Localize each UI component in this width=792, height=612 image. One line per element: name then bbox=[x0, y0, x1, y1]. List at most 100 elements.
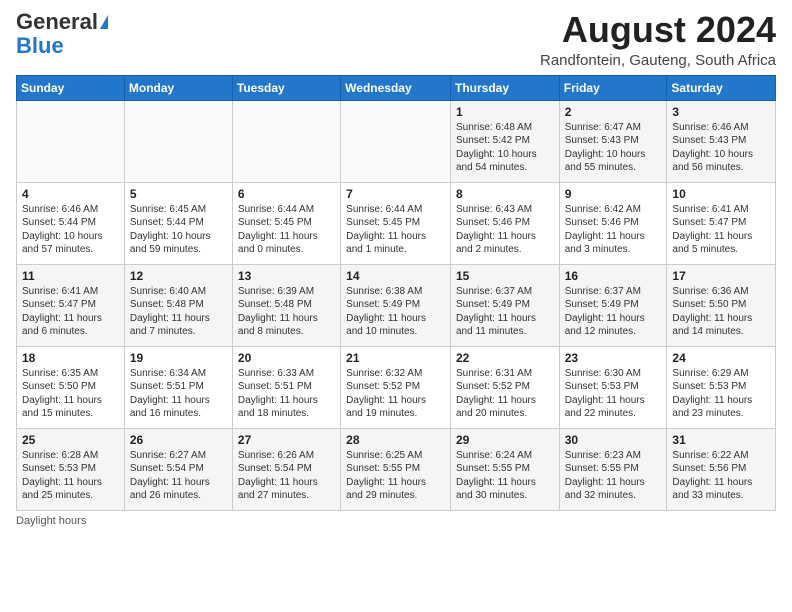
calendar-cell: 10 Sunrise: 6:41 AM Sunset: 5:47 PM Dayli… bbox=[667, 182, 776, 264]
day-number: 23 bbox=[565, 351, 662, 365]
day-info: Sunrise: 6:48 AM Sunset: 5:42 PM Dayligh… bbox=[456, 121, 554, 175]
day-info: Sunrise: 6:43 AM Sunset: 5:46 PM Dayligh… bbox=[456, 203, 554, 257]
day-info: Sunrise: 6:24 AM Sunset: 5:55 PM Dayligh… bbox=[456, 449, 554, 503]
calendar-cell: 31 Sunrise: 6:22 AM Sunset: 5:56 PM Dayli… bbox=[667, 428, 776, 510]
logo-general-text: General bbox=[16, 10, 98, 34]
page: General Blue August 2024 Randfontein, Ga… bbox=[0, 0, 792, 612]
title-block: August 2024 Randfontein, Gauteng, South … bbox=[540, 10, 776, 69]
day-info: Sunrise: 6:36 AM Sunset: 5:50 PM Dayligh… bbox=[672, 285, 770, 339]
day-number: 27 bbox=[238, 433, 335, 447]
calendar-cell: 6 Sunrise: 6:44 AM Sunset: 5:45 PM Daylig… bbox=[232, 182, 340, 264]
day-info: Sunrise: 6:23 AM Sunset: 5:55 PM Dayligh… bbox=[565, 449, 662, 503]
col-header-wednesday: Wednesday bbox=[341, 75, 451, 100]
calendar-cell: 14 Sunrise: 6:38 AM Sunset: 5:49 PM Dayli… bbox=[341, 264, 451, 346]
day-number: 5 bbox=[130, 187, 227, 201]
day-number: 14 bbox=[346, 269, 445, 283]
day-info: Sunrise: 6:37 AM Sunset: 5:49 PM Dayligh… bbox=[456, 285, 554, 339]
day-info: Sunrise: 6:32 AM Sunset: 5:52 PM Dayligh… bbox=[346, 367, 445, 421]
calendar-location: Randfontein, Gauteng, South Africa bbox=[540, 52, 776, 69]
calendar-cell bbox=[17, 100, 125, 182]
day-number: 12 bbox=[130, 269, 227, 283]
header: General Blue August 2024 Randfontein, Ga… bbox=[16, 10, 776, 69]
day-number: 17 bbox=[672, 269, 770, 283]
day-info: Sunrise: 6:41 AM Sunset: 5:47 PM Dayligh… bbox=[672, 203, 770, 257]
day-number: 29 bbox=[456, 433, 554, 447]
day-number: 30 bbox=[565, 433, 662, 447]
calendar-cell: 4 Sunrise: 6:46 AM Sunset: 5:44 PM Daylig… bbox=[17, 182, 125, 264]
day-info: Sunrise: 6:40 AM Sunset: 5:48 PM Dayligh… bbox=[130, 285, 227, 339]
day-info: Sunrise: 6:27 AM Sunset: 5:54 PM Dayligh… bbox=[130, 449, 227, 503]
calendar-week-4: 18 Sunrise: 6:35 AM Sunset: 5:50 PM Dayli… bbox=[17, 346, 776, 428]
day-number: 4 bbox=[22, 187, 119, 201]
day-info: Sunrise: 6:29 AM Sunset: 5:53 PM Dayligh… bbox=[672, 367, 770, 421]
calendar-cell: 2Sunrise: 6:47 AM Sunset: 5:43 PM Daylig… bbox=[559, 100, 667, 182]
day-number: 20 bbox=[238, 351, 335, 365]
day-info: Sunrise: 6:33 AM Sunset: 5:51 PM Dayligh… bbox=[238, 367, 335, 421]
calendar-table: SundayMondayTuesdayWednesdayThursdayFrid… bbox=[16, 75, 776, 511]
col-header-friday: Friday bbox=[559, 75, 667, 100]
day-info: Sunrise: 6:45 AM Sunset: 5:44 PM Dayligh… bbox=[130, 203, 227, 257]
calendar-cell: 23 Sunrise: 6:30 AM Sunset: 5:53 PM Dayli… bbox=[559, 346, 667, 428]
logo: General Blue bbox=[16, 10, 108, 58]
day-number: 31 bbox=[672, 433, 770, 447]
calendar-cell bbox=[341, 100, 451, 182]
day-info: Sunrise: 6:26 AM Sunset: 5:54 PM Dayligh… bbox=[238, 449, 335, 503]
calendar-cell: 29 Sunrise: 6:24 AM Sunset: 5:55 PM Dayli… bbox=[450, 428, 559, 510]
footer-note: Daylight hours bbox=[16, 515, 776, 527]
day-info: Sunrise: 6:22 AM Sunset: 5:56 PM Dayligh… bbox=[672, 449, 770, 503]
day-info: Sunrise: 6:28 AM Sunset: 5:53 PM Dayligh… bbox=[22, 449, 119, 503]
day-number: 10 bbox=[672, 187, 770, 201]
day-info: Sunrise: 6:46 AM Sunset: 5:44 PM Dayligh… bbox=[22, 203, 119, 257]
day-number: 28 bbox=[346, 433, 445, 447]
col-header-saturday: Saturday bbox=[667, 75, 776, 100]
day-info: Sunrise: 6:25 AM Sunset: 5:55 PM Dayligh… bbox=[346, 449, 445, 503]
day-info: Sunrise: 6:39 AM Sunset: 5:48 PM Dayligh… bbox=[238, 285, 335, 339]
calendar-week-5: 25Sunrise: 6:28 AM Sunset: 5:53 PM Dayli… bbox=[17, 428, 776, 510]
day-number: 9 bbox=[565, 187, 662, 201]
calendar-cell: 8 Sunrise: 6:43 AM Sunset: 5:46 PM Daylig… bbox=[450, 182, 559, 264]
calendar-cell: 12 Sunrise: 6:40 AM Sunset: 5:48 PM Dayli… bbox=[124, 264, 232, 346]
day-number: 22 bbox=[456, 351, 554, 365]
day-info: Sunrise: 6:42 AM Sunset: 5:46 PM Dayligh… bbox=[565, 203, 662, 257]
day-number: 16 bbox=[565, 269, 662, 283]
calendar-cell: 18 Sunrise: 6:35 AM Sunset: 5:50 PM Dayli… bbox=[17, 346, 125, 428]
calendar-cell: 7Sunrise: 6:44 AM Sunset: 5:45 PM Daylig… bbox=[341, 182, 451, 264]
calendar-cell: 9 Sunrise: 6:42 AM Sunset: 5:46 PM Daylig… bbox=[559, 182, 667, 264]
col-header-sunday: Sunday bbox=[17, 75, 125, 100]
day-number: 15 bbox=[456, 269, 554, 283]
day-info: Sunrise: 6:46 AM Sunset: 5:43 PM Dayligh… bbox=[672, 121, 770, 175]
calendar-cell: 15 Sunrise: 6:37 AM Sunset: 5:49 PM Dayli… bbox=[450, 264, 559, 346]
calendar-cell: 26 Sunrise: 6:27 AM Sunset: 5:54 PM Dayli… bbox=[124, 428, 232, 510]
day-number: 1 bbox=[456, 105, 554, 119]
calendar-cell bbox=[232, 100, 340, 182]
day-number: 21 bbox=[346, 351, 445, 365]
calendar-cell: 20 Sunrise: 6:33 AM Sunset: 5:51 PM Dayli… bbox=[232, 346, 340, 428]
calendar-cell: 21 Sunrise: 6:32 AM Sunset: 5:52 PM Dayli… bbox=[341, 346, 451, 428]
calendar-cell: 27 Sunrise: 6:26 AM Sunset: 5:54 PM Dayli… bbox=[232, 428, 340, 510]
col-header-monday: Monday bbox=[124, 75, 232, 100]
day-number: 18 bbox=[22, 351, 119, 365]
day-number: 11 bbox=[22, 269, 119, 283]
logo-blue-text: Blue bbox=[16, 34, 64, 58]
calendar-cell: 1 Sunrise: 6:48 AM Sunset: 5:42 PM Daylig… bbox=[450, 100, 559, 182]
calendar-header-row: SundayMondayTuesdayWednesdayThursdayFrid… bbox=[17, 75, 776, 100]
day-number: 13 bbox=[238, 269, 335, 283]
logo-triangle-icon bbox=[100, 15, 108, 29]
day-number: 8 bbox=[456, 187, 554, 201]
col-header-thursday: Thursday bbox=[450, 75, 559, 100]
day-info: Sunrise: 6:47 AM Sunset: 5:43 PM Dayligh… bbox=[565, 121, 662, 175]
calendar-cell: 24 Sunrise: 6:29 AM Sunset: 5:53 PM Dayli… bbox=[667, 346, 776, 428]
calendar-cell bbox=[124, 100, 232, 182]
day-info: Sunrise: 6:44 AM Sunset: 5:45 PM Dayligh… bbox=[238, 203, 335, 257]
day-number: 6 bbox=[238, 187, 335, 201]
day-info: Sunrise: 6:38 AM Sunset: 5:49 PM Dayligh… bbox=[346, 285, 445, 339]
day-info: Sunrise: 6:34 AM Sunset: 5:51 PM Dayligh… bbox=[130, 367, 227, 421]
calendar-cell: 16Sunrise: 6:37 AM Sunset: 5:49 PM Dayli… bbox=[559, 264, 667, 346]
day-number: 26 bbox=[130, 433, 227, 447]
calendar-cell: 17 Sunrise: 6:36 AM Sunset: 5:50 PM Dayli… bbox=[667, 264, 776, 346]
day-info: Sunrise: 6:30 AM Sunset: 5:53 PM Dayligh… bbox=[565, 367, 662, 421]
day-number: 24 bbox=[672, 351, 770, 365]
calendar-cell: 22Sunrise: 6:31 AM Sunset: 5:52 PM Dayli… bbox=[450, 346, 559, 428]
day-number: 3 bbox=[672, 105, 770, 119]
day-info: Sunrise: 6:35 AM Sunset: 5:50 PM Dayligh… bbox=[22, 367, 119, 421]
